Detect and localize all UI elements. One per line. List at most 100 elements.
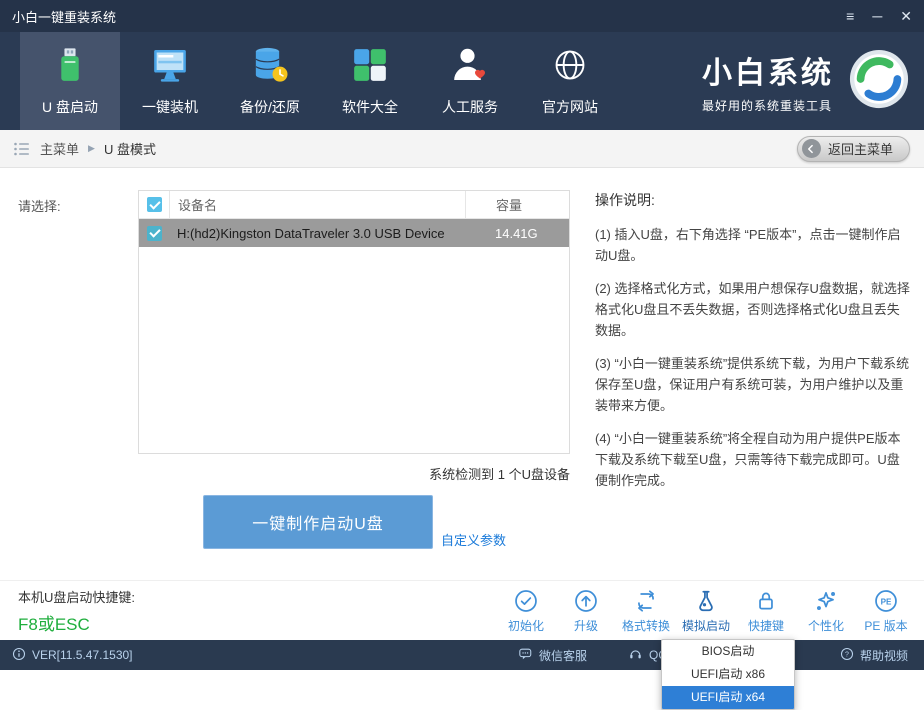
menu-icon[interactable]: ≡ xyxy=(846,9,854,23)
instructions-panel: 操作说明: (1) 插入U盘，右下角选择 “PE版本”，点击一键制作启动U盘。 … xyxy=(595,190,911,503)
custom-params-link[interactable]: 自定义参数 xyxy=(441,530,506,549)
tool-personalize[interactable]: 个性化 xyxy=(796,588,856,634)
nav-item-backup-restore[interactable]: 备份/还原 xyxy=(220,32,320,130)
main-nav: U 盘启动 一键装机 xyxy=(0,32,924,130)
nav-item-website[interactable]: 官方网站 xyxy=(520,32,620,130)
tool-label: 快捷键 xyxy=(748,617,784,634)
monitor-icon xyxy=(150,45,190,90)
nav-item-usb-boot[interactable]: U 盘启动 xyxy=(20,32,120,130)
nav-item-support[interactable]: 人工服务 xyxy=(420,32,520,130)
tool-label: 模拟启动 xyxy=(682,617,730,634)
nav-label: 软件大全 xyxy=(342,97,398,117)
instructions-title: 操作说明: xyxy=(595,190,911,210)
tool-label: 初始化 xyxy=(508,617,544,634)
software-grid-icon xyxy=(351,45,389,90)
dropdown-item-bios[interactable]: BIOS启动 xyxy=(662,640,794,663)
version-info: VER[11.5.47.1530] xyxy=(12,640,133,670)
dropdown-item-uefi-x86[interactable]: UEFI启动 x86 xyxy=(662,663,794,686)
question-icon: ? xyxy=(840,647,854,664)
nav-label: U 盘启动 xyxy=(42,97,98,117)
init-check-icon xyxy=(513,588,539,614)
instruction-step: (1) 插入U盘，右下角选择 “PE版本”，点击一键制作启动U盘。 xyxy=(595,224,911,266)
tool-simulate-boot[interactable]: 模拟启动 xyxy=(676,588,736,634)
svg-text:PE: PE xyxy=(881,597,892,606)
hotkey-info: 本机U盘启动快捷键: F8或ESC xyxy=(18,587,135,635)
brand-slogan: 最好用的系统重装工具 xyxy=(702,97,834,114)
tool-upgrade[interactable]: 升级 xyxy=(556,588,616,634)
breadcrumb-current: U 盘模式 xyxy=(104,139,156,158)
nav-label: 官方网站 xyxy=(542,97,598,117)
tool-label: 个性化 xyxy=(808,617,844,634)
pe-version-icon: PE xyxy=(873,588,899,614)
tool-pe-version[interactable]: PE PE 版本 xyxy=(856,588,916,634)
backup-restore-icon xyxy=(250,45,290,90)
tool-label: 格式转换 xyxy=(622,617,670,634)
version-text: VER[11.5.47.1530] xyxy=(32,648,133,662)
tool-label: PE 版本 xyxy=(864,617,907,634)
hotkey-lock-icon xyxy=(753,588,779,614)
tool-label: 升级 xyxy=(574,617,598,634)
tool-initialize[interactable]: 初始化 xyxy=(496,588,556,634)
bottom-toolbar: 本机U盘启动快捷键: F8或ESC 初始化 升级 xyxy=(0,580,924,640)
simulate-boot-flask-icon xyxy=(693,588,719,614)
wechat-support-link[interactable]: 微信客服 xyxy=(518,640,587,670)
device-table: 设备名 容量 H:(hd2)Kingston DataTraveler 3.0 … xyxy=(138,190,570,454)
tool-hotkeys[interactable]: 快捷键 xyxy=(736,588,796,634)
back-arrow-icon xyxy=(802,139,821,158)
close-icon[interactable]: ✕ xyxy=(900,9,912,23)
make-boot-usb-button[interactable]: 一键制作启动U盘 xyxy=(203,495,433,549)
window-controls: ≡ ─ ✕ xyxy=(846,9,912,23)
help-video-link[interactable]: ? 帮助视频 xyxy=(840,640,908,670)
select-label: 请选择: xyxy=(18,196,61,215)
row-checkbox[interactable] xyxy=(147,226,162,241)
nav-item-software[interactable]: 软件大全 xyxy=(320,32,420,130)
support-person-icon xyxy=(450,45,490,90)
nav-item-one-click-install[interactable]: 一键装机 xyxy=(120,32,220,130)
tool-format-convert[interactable]: 格式转换 xyxy=(616,588,676,634)
instruction-step: (2) 选择格式化方式，如果用户想保存U盘数据，就选择格式化U盘且不丢失数据，否… xyxy=(595,278,911,341)
select-all-checkbox[interactable] xyxy=(147,197,162,212)
nav-label: 一键装机 xyxy=(142,97,198,117)
simulate-boot-dropdown: BIOS启动 UEFI启动 x86 UEFI启动 x64 xyxy=(661,639,795,710)
breadcrumb-main-menu[interactable]: 主菜单 xyxy=(40,139,79,158)
column-header-capacity: 容量 xyxy=(465,191,569,218)
dropdown-item-uefi-x64[interactable]: UEFI启动 x64 xyxy=(662,686,794,709)
breadcrumb: 主菜单 ▶ U 盘模式 返回主菜单 xyxy=(0,130,924,168)
usb-drive-icon xyxy=(51,45,89,90)
app-window: 小白一键重装系统 ≡ ─ ✕ U 盘启动 xyxy=(0,0,924,670)
hotkey-label: 本机U盘启动快捷键: xyxy=(18,587,135,606)
personalize-star-icon xyxy=(813,588,839,614)
main-content: 请选择: 设备名 容量 H:(hd2)Kingston DataTraveler… xyxy=(0,168,924,580)
instruction-step: (4) “小白一键重装系统”将全程自动为用户提供PE版本下载及系统下载至U盘，只… xyxy=(595,428,911,491)
brand-logo-icon xyxy=(848,48,910,115)
table-row[interactable]: H:(hd2)Kingston DataTraveler 3.0 USB Dev… xyxy=(139,219,569,247)
chevron-right-icon: ▶ xyxy=(88,143,95,154)
brand-area: 小白系统 最好用的系统重装工具 xyxy=(702,32,924,130)
device-name-cell: H:(hd2)Kingston DataTraveler 3.0 USB Dev… xyxy=(169,226,465,241)
back-to-main-menu-button[interactable]: 返回主菜单 xyxy=(797,136,910,162)
info-icon xyxy=(12,647,26,664)
back-button-label: 返回主菜单 xyxy=(828,139,893,158)
tool-buttons: 初始化 升级 格式转换 xyxy=(496,588,924,634)
wechat-label: 微信客服 xyxy=(539,647,587,664)
brand-name: 小白系统 xyxy=(702,48,834,92)
list-icon xyxy=(14,142,30,156)
nav-label: 备份/还原 xyxy=(240,97,300,117)
capacity-cell: 14.41G xyxy=(465,226,569,241)
help-label: 帮助视频 xyxy=(860,647,908,664)
qq-headset-icon xyxy=(628,647,643,664)
window-title: 小白一键重装系统 xyxy=(12,7,116,26)
hotkey-value: F8或ESC xyxy=(18,610,135,635)
nav-label: 人工服务 xyxy=(442,97,498,117)
upgrade-arrow-icon xyxy=(573,588,599,614)
svg-text:?: ? xyxy=(845,651,849,658)
titlebar: 小白一键重装系统 ≡ ─ ✕ xyxy=(0,0,924,32)
minimize-icon[interactable]: ─ xyxy=(872,9,882,23)
column-header-device: 设备名 xyxy=(169,191,465,218)
instruction-step: (3) “小白一键重装系统”提供系统下载，为用户下载系统保存至U盘，保证用户有系… xyxy=(595,353,911,416)
globe-icon xyxy=(551,45,589,90)
wechat-chat-icon xyxy=(518,647,533,664)
format-convert-icon xyxy=(633,588,659,614)
table-header: 设备名 容量 xyxy=(139,191,569,219)
detect-status-text: 系统检测到 1 个U盘设备 xyxy=(429,464,570,483)
